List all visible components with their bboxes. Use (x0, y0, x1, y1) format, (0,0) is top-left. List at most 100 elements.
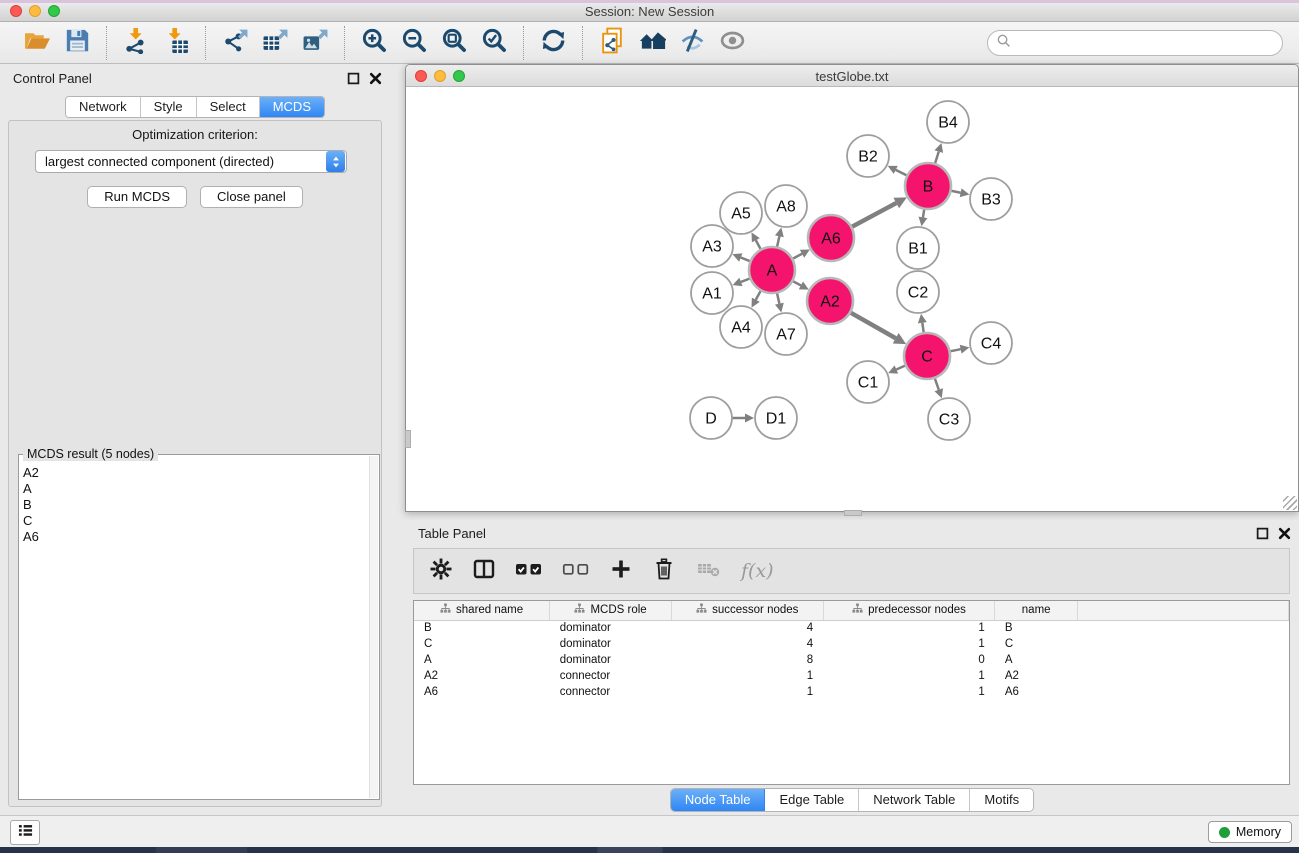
search-box[interactable] (987, 30, 1283, 56)
float-panel-icon[interactable] (347, 72, 360, 85)
edge-A-A6[interactable] (792, 254, 802, 259)
table-cell[interactable]: A2 (414, 668, 550, 684)
table-cell[interactable]: A (414, 652, 550, 668)
select-all-button[interactable] (514, 556, 544, 586)
edge-A-A3[interactable] (741, 258, 751, 262)
result-scrollbar[interactable] (369, 456, 378, 798)
edge-B-B4[interactable] (935, 152, 939, 164)
edge-B-B1[interactable] (923, 209, 924, 218)
zoom-selected-button[interactable] (478, 27, 510, 59)
left-splitter-handle[interactable] (405, 430, 411, 448)
edge-A-A2[interactable] (792, 281, 801, 286)
optimization-criterion-dropdown[interactable]: largest connected component (directed) (35, 150, 347, 173)
tab-network[interactable]: Network (66, 97, 141, 117)
table-cell[interactable]: B (995, 620, 1078, 636)
table-cell[interactable]: 4 (671, 620, 823, 636)
close-table-panel-icon[interactable] (1278, 527, 1291, 540)
table-cell[interactable]: 1 (823, 668, 995, 684)
node-table[interactable]: shared nameMCDS rolesuccessor nodesprede… (413, 600, 1290, 785)
edge-A-A8[interactable] (777, 236, 779, 247)
result-item[interactable]: C (23, 513, 367, 529)
table-cell[interactable]: C (995, 636, 1078, 652)
table-cell[interactable]: 1 (823, 636, 995, 652)
resize-grip-icon[interactable] (1283, 496, 1297, 510)
zoom-in-button[interactable] (358, 27, 390, 59)
zoom-out-button[interactable] (398, 27, 430, 59)
table-cell[interactable]: 4 (671, 636, 823, 652)
table-row[interactable]: Adominator80A (414, 652, 1289, 668)
table-cell[interactable]: dominator (550, 620, 672, 636)
tab-mcds[interactable]: MCDS (260, 97, 324, 117)
table-cell[interactable]: 1 (823, 620, 995, 636)
result-item[interactable]: A (23, 481, 367, 497)
copy-network-button[interactable] (596, 27, 628, 59)
column-header-mcds-role[interactable]: MCDS role (550, 601, 672, 620)
tab-motifs[interactable]: Motifs (970, 789, 1033, 811)
add-row-button[interactable] (608, 556, 634, 586)
table-cell[interactable]: 1 (671, 684, 823, 700)
tab-select[interactable]: Select (197, 97, 260, 117)
edge-B-B2[interactable] (896, 170, 908, 176)
result-item[interactable]: A6 (23, 529, 367, 545)
show-graphics-button[interactable] (716, 27, 748, 59)
close-panel-icon[interactable] (369, 72, 382, 85)
table-cell[interactable]: A (995, 652, 1078, 668)
home-view-button[interactable] (636, 27, 668, 59)
edge-A-A4[interactable] (756, 290, 761, 300)
network-window-titlebar[interactable]: testGlobe.txt (406, 65, 1298, 87)
column-header-shared-name[interactable]: shared name (414, 601, 550, 620)
table-cell[interactable]: connector (550, 668, 672, 684)
table-cell[interactable]: A6 (995, 684, 1078, 700)
table-cell[interactable]: C (414, 636, 550, 652)
refresh-view-button[interactable] (537, 27, 569, 59)
tab-network-table[interactable]: Network Table (859, 789, 970, 811)
table-row[interactable]: A2connector11A2 (414, 668, 1289, 684)
table-cell[interactable]: A2 (995, 668, 1078, 684)
table-cell[interactable]: A6 (414, 684, 550, 700)
float-table-panel-icon[interactable] (1256, 527, 1269, 540)
table-cell[interactable]: 1 (671, 668, 823, 684)
result-item[interactable]: A2 (23, 465, 367, 481)
table-row[interactable]: Cdominator41C (414, 636, 1289, 652)
toggle-columns-button[interactable] (471, 556, 497, 586)
column-header-name[interactable]: name (995, 601, 1078, 620)
task-history-button[interactable] (10, 820, 40, 845)
memory-button[interactable]: Memory (1208, 821, 1292, 843)
export-image-button[interactable] (299, 27, 331, 59)
edge-C-C3[interactable] (935, 378, 939, 390)
edge-A-A1[interactable] (741, 278, 751, 282)
edge-A2-C[interactable] (850, 312, 896, 338)
import-table-button[interactable] (160, 27, 192, 59)
edge-C-C2[interactable] (922, 323, 923, 334)
open-session-button[interactable] (21, 27, 53, 59)
save-session-button[interactable] (61, 27, 93, 59)
settings-button[interactable] (428, 556, 454, 586)
mcds-result-list[interactable]: A2ABCA6 (23, 465, 367, 797)
table-row[interactable]: A6connector11A6 (414, 684, 1289, 700)
table-cell[interactable]: connector (550, 684, 672, 700)
export-table-button[interactable] (259, 27, 291, 59)
run-mcds-button[interactable]: Run MCDS (87, 186, 187, 208)
table-row[interactable]: Bdominator41B (414, 620, 1289, 636)
tab-edge-table[interactable]: Edge Table (765, 789, 859, 811)
column-header-predecessor-nodes[interactable]: predecessor nodes (823, 601, 995, 620)
edge-B-B3[interactable] (951, 191, 961, 193)
zoom-fit-button[interactable] (438, 27, 470, 59)
table-cell[interactable]: B (414, 620, 550, 636)
table-cell[interactable]: 8 (671, 652, 823, 668)
export-network-button[interactable] (219, 27, 251, 59)
table-cell[interactable]: 1 (823, 684, 995, 700)
table-cell[interactable]: dominator (550, 652, 672, 668)
import-network-button[interactable] (120, 27, 152, 59)
edge-C-C4[interactable] (950, 349, 961, 351)
close-panel-button[interactable]: Close panel (200, 186, 303, 208)
edge-A-A7[interactable] (777, 292, 779, 303)
deselect-all-button[interactable] (561, 556, 591, 586)
table-cell[interactable]: 0 (823, 652, 995, 668)
table-cell[interactable]: dominator (550, 636, 672, 652)
edge-A6-B[interactable] (851, 203, 896, 227)
hide-graphics-button[interactable] (676, 27, 708, 59)
edge-C-C1[interactable] (896, 365, 906, 369)
search-input[interactable] (1016, 36, 1274, 50)
tab-style[interactable]: Style (141, 97, 197, 117)
